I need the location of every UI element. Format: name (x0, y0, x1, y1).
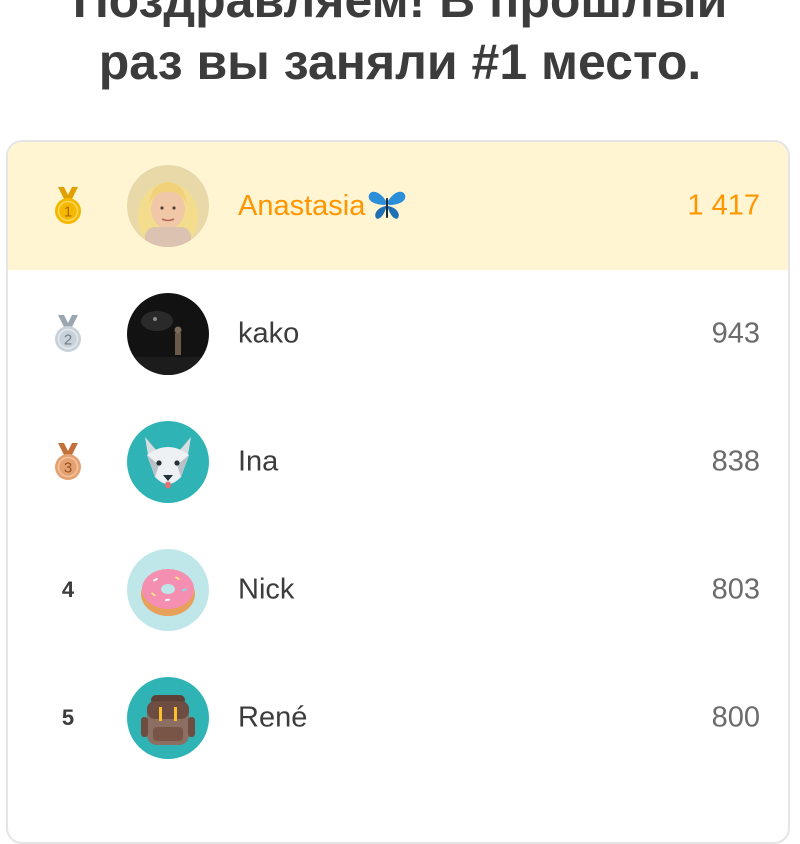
player-name: Ina (238, 445, 279, 478)
leaderboard: 1 Anastasia 1 417 2 kako 943 3 Ina 838 4… (6, 140, 790, 844)
player-score: 800 (711, 701, 760, 734)
gold-medal-icon: 1 (55, 187, 81, 224)
leaderboard-row-2[interactable]: 2 kako 943 (8, 270, 788, 398)
player-score: 943 (711, 317, 760, 350)
leaderboard-row-1[interactable]: 1 Anastasia 1 417 (8, 142, 788, 270)
dark-photo-avatar[interactable] (127, 293, 209, 375)
player-name: Nick (238, 573, 295, 606)
donut-avatar[interactable] (127, 549, 209, 631)
wolf-avatar[interactable] (127, 421, 209, 503)
backpack-avatar[interactable] (127, 677, 209, 759)
rank-number: 5 (61, 705, 75, 730)
leaderboard-row-3[interactable]: 3 Ina 838 (8, 398, 788, 526)
rank-number: 4 (61, 577, 75, 602)
player-name-text: Anastasia (238, 190, 366, 222)
player-name: kako (238, 317, 300, 350)
leaderboard-row-4[interactable]: 4 Nick 803 (8, 526, 788, 654)
butterfly-icon (369, 191, 406, 219)
player-score: 803 (711, 573, 760, 606)
player-score: 1 417 (687, 189, 760, 222)
leaderboard-row-5[interactable]: 5 René 800 (8, 654, 788, 782)
player-name: Anastasia (238, 189, 407, 223)
heading-line-2: раз вы заняли #1 место. (98, 34, 702, 90)
heading-line-1: Поздравляем! В прошлый (72, 0, 728, 28)
silver-medal-icon: 2 (55, 315, 81, 352)
medal-rank-label: 3 (64, 460, 72, 477)
bronze-medal-icon: 3 (55, 443, 81, 480)
woman-photo-avatar[interactable] (127, 165, 209, 247)
medal-rank-label: 2 (64, 332, 72, 349)
medal-rank-label: 1 (64, 204, 72, 221)
player-score: 838 (711, 445, 760, 478)
player-name: René (238, 701, 308, 734)
